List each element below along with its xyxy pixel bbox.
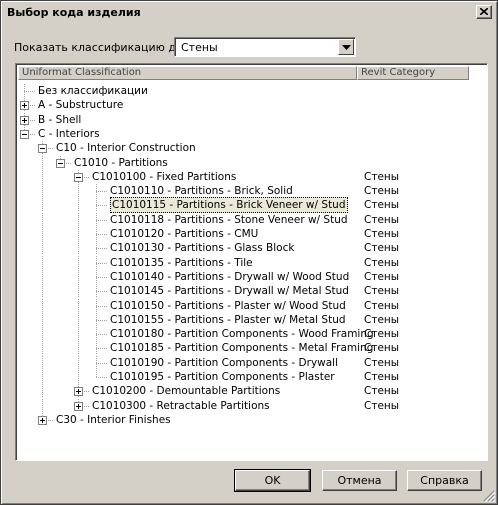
tree-node-label[interactable]: Без классификации [38,84,148,98]
collapse-icon[interactable] [38,144,47,153]
tree-node-label[interactable]: C1010135 - Partitions - Tile [110,256,253,270]
tree-row[interactable]: Без классификации [16,84,486,98]
tree-connector-lines [24,113,36,127]
classification-filter-select[interactable]: Стены [174,37,356,57]
cancel-button[interactable]: Отмена [322,470,397,491]
dialog-title: Выбор кода изделия [7,6,141,19]
resize-grip-icon[interactable] [483,490,495,502]
tree-row[interactable]: C10 - Interior Construction [16,141,486,155]
dropdown-button[interactable] [338,39,354,55]
column-header-classification[interactable]: Uniformat Classification [18,66,357,80]
tree-node-label[interactable]: C1010150 - Partitions - Plaster w/ Wood … [110,299,346,313]
tree-node-label[interactable]: B - Shell [38,113,81,127]
tree-row[interactable]: C - Interiors [16,127,486,141]
tree-row[interactable]: C1010110 - Partitions - Brick, Solid Стен… [16,184,486,198]
tree-node-category: Стены [364,342,400,354]
tree-node-label[interactable]: C1010180 - Partition Components - Wood F… [110,327,374,341]
collapse-icon[interactable] [20,130,29,139]
help-button[interactable]: Справка [407,470,482,491]
tree-node-category: Стены [364,314,400,326]
tree-row[interactable]: C1010195 - Partition Components - Plaste… [16,370,486,384]
classification-tree[interactable]: Uniformat Classification Revit Category … [15,63,488,461]
tree-row[interactable]: C1010115 - Partitions - Brick Veneer w/ … [16,197,486,213]
tree-node-category: Стены [364,242,400,254]
tree-row[interactable]: C1010185 - Partition Components - Metal … [16,341,486,355]
filter-selected-value: Стены [181,41,218,54]
tree-row[interactable]: C1010 - Partitions [16,156,486,170]
tree-row[interactable]: C1010180 - Partition Components - Wood F… [16,327,486,341]
tree-node-label[interactable]: C1010115 - Partitions - Brick Veneer w/ … [110,197,348,213]
tree-node-label[interactable]: C30 - Interior Finishes [56,413,171,427]
tree-row[interactable]: B - Shell [16,113,486,127]
tree-node-label[interactable]: C1010120 - Partitions - CMU [110,227,258,241]
tree-row[interactable]: C1010190 - Partition Components - Drywal… [16,356,486,370]
tree-node-label[interactable]: C1010100 - Fixed Partitions [92,170,236,184]
expand-icon[interactable] [74,387,83,396]
tree-node-category: Стены [364,257,400,269]
tree-row[interactable]: C1010145 - Partitions - Drywall w/ Metal… [16,284,486,298]
collapse-icon[interactable] [74,173,83,182]
filter-label: Показать классификацию для: [14,41,194,54]
tree-node-label[interactable]: C1010200 - Demountable Partitions [92,384,280,398]
tree-node-label[interactable]: C1010110 - Partitions - Brick, Solid [110,184,293,198]
tree-node-label[interactable]: C10 - Interior Construction [56,141,196,155]
tree-row[interactable]: C1010200 - Demountable Partitions Стены [16,384,486,398]
tree-node-category: Стены [364,185,400,197]
tree-row[interactable]: C1010130 - Partitions - Glass Block Стены [16,241,486,255]
tree-connector-lines [42,170,90,184]
tree-node-label[interactable]: C1010185 - Partition Components - Metal … [110,341,373,355]
tree-node-label[interactable]: C - Interiors [38,127,100,141]
tree-node-label[interactable]: C1010300 - Retractable Partitions [92,399,270,413]
tree-row[interactable]: C1010118 - Partitions - Stone Veneer w/ … [16,213,486,227]
tree-node-label[interactable]: C1010140 - Partitions - Drywall w/ Wood … [110,270,349,284]
tree-node-label[interactable]: C1010130 - Partitions - Glass Block [110,241,294,255]
tree-row[interactable]: C1010100 - Fixed Partitions Стены [16,170,486,184]
tree-node-category: Стены [364,199,400,211]
close-button[interactable] [476,5,492,19]
expand-icon[interactable] [74,402,83,411]
tree-node-category: Стены [364,385,400,397]
expand-icon[interactable] [38,416,47,425]
tree-node-label[interactable]: C1010190 - Partition Components - Drywal… [110,356,338,370]
tree-node-category: Стены [364,371,400,383]
tree-node-category: Стены [364,228,400,240]
tree-node-category: Стены [364,214,400,226]
column-header-category[interactable]: Revit Category [357,66,469,80]
tree-node-label[interactable]: C1010155 - Partitions - Plaster w/ Metal… [110,313,346,327]
tree-row[interactable]: C1010155 - Partitions - Plaster w/ Metal… [16,313,486,327]
title-bar[interactable]: Выбор кода изделия [4,4,494,22]
ok-button[interactable]: OK [234,469,311,492]
tree-node-label[interactable]: C1010145 - Partitions - Drywall w/ Metal… [110,284,349,298]
collapse-icon[interactable] [56,159,65,168]
tree-row[interactable]: A - Substructure [16,98,486,112]
tree-node-category: Стены [364,285,400,297]
tree-node-label[interactable]: C1010118 - Partitions - Stone Veneer w/ … [110,213,348,227]
close-icon [480,8,488,15]
dialog-window: Выбор кода изделия Показать классификаци… [0,0,498,505]
chevron-down-icon [342,45,351,50]
tree-node-label[interactable]: A - Substructure [38,98,123,112]
tree-node-category: Стены [364,400,400,412]
tree-row[interactable]: C1010300 - Retractable Partitions Стены [16,399,486,413]
tree-row[interactable]: C30 - Interior Finishes [16,413,486,427]
expand-icon[interactable] [20,116,29,125]
tree-row[interactable]: C1010135 - Partitions - Tile Стены [16,256,486,270]
tree-row[interactable]: C1010120 - Partitions - CMU Стены [16,227,486,241]
tree-row[interactable]: C1010140 - Partitions - Drywall w/ Wood … [16,270,486,284]
tree-node-category: Стены [364,328,400,340]
tree-node-label[interactable]: C1010195 - Partition Components - Plaste… [110,370,335,384]
tree-node-label[interactable]: C1010 - Partitions [74,156,168,170]
expand-icon[interactable] [20,101,29,110]
tree-row[interactable]: C1010150 - Partitions - Plaster w/ Wood … [16,299,486,313]
tree-node-category: Стены [364,271,400,283]
tree-node-category: Стены [364,171,400,183]
tree-node-category: Стены [364,300,400,312]
tree-node-category: Стены [364,357,400,369]
